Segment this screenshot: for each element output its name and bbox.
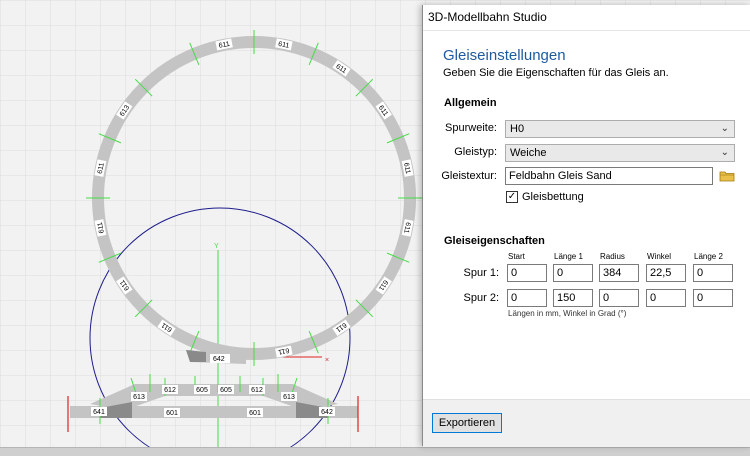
row1-length2[interactable]: 0 xyxy=(693,264,733,282)
bottom-track-label: 612 xyxy=(251,387,263,394)
units-note: Längen in mm, Winkel in Grad (°) xyxy=(508,309,627,318)
row2-length1[interactable]: 150 xyxy=(553,289,593,307)
row2-start[interactable]: 0 xyxy=(507,289,547,307)
general-section-title: Allgemein xyxy=(444,97,497,109)
close-marker[interactable]: × xyxy=(325,357,329,364)
type-label: Gleistyp: xyxy=(454,146,497,158)
switch-label: 642 xyxy=(213,356,225,363)
bottom-track-label: 642 xyxy=(321,409,333,416)
col-angle: Winkel xyxy=(647,252,672,261)
bottom-track-label: 601 xyxy=(249,410,261,417)
dialog-subtitle: Geben Sie die Eigenschaften für das Glei… xyxy=(443,67,669,79)
type-value: Weiche xyxy=(510,147,547,159)
chevron-down-icon: ⌄ xyxy=(720,123,729,134)
bedding-label: Gleisbettung xyxy=(522,191,584,203)
gauge-label: Spurweite: xyxy=(445,122,497,134)
row1-length1[interactable]: 0 xyxy=(553,264,593,282)
col-length2: Länge 2 xyxy=(694,252,723,261)
bottom-track-label: 613 xyxy=(133,394,145,401)
row1-start[interactable]: 0 xyxy=(507,264,547,282)
row2-label: Spur 2: xyxy=(463,292,499,304)
texture-input[interactable]: Feldbahn Gleis Sand xyxy=(505,167,713,185)
bottom-track-label: 613 xyxy=(283,394,295,401)
checkmark-icon: ✓ xyxy=(507,191,517,202)
col-length1: Länge 1 xyxy=(554,252,583,261)
bottom-track-label: 601 xyxy=(166,410,178,417)
folder-icon[interactable] xyxy=(719,170,735,182)
bedding-checkbox[interactable]: ✓ xyxy=(506,191,518,203)
gauge-value: H0 xyxy=(510,123,525,135)
row1-radius[interactable]: 384 xyxy=(599,264,639,282)
row2-angle[interactable]: 0 xyxy=(646,289,686,307)
gauge-select[interactable]: H0 ⌄ xyxy=(505,120,735,138)
bottom-track-label: 641 xyxy=(93,409,105,416)
bottom-track-label: 605 xyxy=(220,387,232,394)
bottom-track-label: 612 xyxy=(164,387,176,394)
col-radius: Radius xyxy=(600,252,625,261)
row2-length2[interactable]: 0 xyxy=(693,289,733,307)
dialog-heading: Gleiseinstellungen xyxy=(443,47,566,64)
col-start: Start xyxy=(508,252,525,261)
row1-angle[interactable]: 22,5 xyxy=(646,264,686,282)
type-select[interactable]: Weiche ⌄ xyxy=(505,144,735,162)
texture-label: Gleistextur: xyxy=(441,170,497,182)
properties-section-title: Gleiseigenschaften xyxy=(444,235,545,247)
chevron-down-icon: ⌄ xyxy=(720,147,729,158)
upper-straight-track[interactable] xyxy=(165,384,263,396)
bottom-track-label: 605 xyxy=(196,387,208,394)
row1-label: Spur 1: xyxy=(463,267,499,279)
dialog-titlebar: 3D-Modellbahn Studio xyxy=(423,5,750,31)
row2-radius[interactable]: 0 xyxy=(599,289,639,307)
export-button[interactable]: Exportieren xyxy=(432,413,502,433)
y-axis-label: Y xyxy=(214,243,219,250)
settings-dialog: 3D-Modellbahn Studio Gleiseinstellungen … xyxy=(422,5,750,447)
